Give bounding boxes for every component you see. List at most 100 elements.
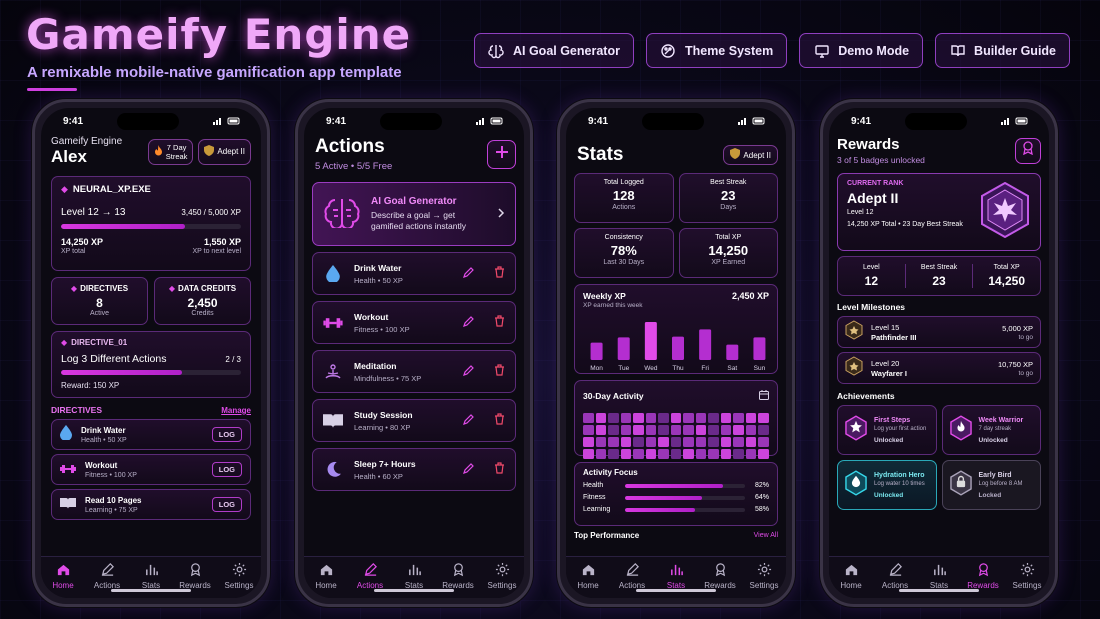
rank-badge[interactable]: Adept II: [723, 145, 778, 165]
tab-settings[interactable]: Settings: [480, 562, 524, 598]
current-rank-card: CURRENT RANK Adept II Level 12 14,250 XP…: [837, 173, 1041, 251]
action-name: Sleep 7+ Hours: [354, 458, 416, 469]
directive-card[interactable]: ◆ DIRECTIVE_01 Log 3 Different Actions 2 /…: [51, 331, 251, 398]
edit-icon[interactable]: [463, 363, 475, 381]
trash-icon[interactable]: [494, 265, 505, 283]
add-action-button[interactable]: [487, 139, 516, 169]
theme-system-button[interactable]: Theme System: [645, 33, 788, 68]
action-row[interactable]: Drink Water Health • 50 XP: [312, 252, 516, 295]
tab-home[interactable]: Home: [566, 562, 610, 598]
achievement-card[interactable]: First Steps Log your first action Unlocked: [837, 405, 937, 455]
tab-rewards[interactable]: Rewards: [698, 562, 742, 598]
achievement-card[interactable]: Early Bird Log before 8 AM Locked: [941, 460, 1041, 510]
activity-cell: [720, 437, 732, 447]
tick-label: Wed: [644, 365, 658, 372]
tab-settings[interactable]: Settings: [217, 562, 261, 598]
tab-actions[interactable]: Actions: [610, 562, 654, 598]
dumbbell-icon: [323, 317, 343, 329]
view-all-link[interactable]: View All: [754, 532, 778, 539]
trash-icon[interactable]: [494, 412, 505, 430]
ai-goal-generator-card[interactable]: AI Goal Generator Describe a goal → get …: [312, 182, 516, 246]
list-item[interactable]: Drink Water Health • 50 XP LOG: [51, 419, 251, 450]
focus-row: Learning 58%: [583, 506, 769, 513]
log-button[interactable]: LOG: [211, 497, 242, 512]
tab-home[interactable]: Home: [41, 562, 85, 598]
activity-cell: [758, 449, 769, 459]
actions-active-count: 5 Active: [315, 161, 349, 172]
achievement-card[interactable]: Week Warrior 7 day streak Unlocked: [941, 405, 1041, 455]
action-row[interactable]: Sleep 7+ Hours Health • 60 XP: [312, 448, 516, 491]
focus-value: 82%: [754, 482, 769, 489]
trash-icon[interactable]: [494, 363, 505, 381]
rank-emblem-icon: [980, 181, 1030, 243]
achievement-card[interactable]: Hydration Hero Log water 10 times Unlocked: [837, 460, 937, 510]
trash-icon[interactable]: [494, 461, 505, 479]
bar-mon: [590, 342, 603, 360]
manage-link[interactable]: Manage: [221, 406, 251, 415]
list-item[interactable]: Workout Fitness • 100 XP LOG: [51, 454, 251, 485]
activity-cell: [595, 449, 607, 459]
home-indicator: [111, 589, 191, 592]
rank-stat-streak: Best Streak 23: [906, 264, 974, 288]
log-button[interactable]: LOG: [211, 427, 242, 442]
pencil-icon: [100, 562, 115, 579]
tab-stats[interactable]: Stats: [129, 562, 173, 598]
list-item[interactable]: Read 10 Pages Learning • 75 XP LOG: [51, 489, 251, 520]
edit-icon[interactable]: [463, 314, 475, 332]
tab-actions[interactable]: Actions: [85, 562, 129, 598]
tab-stats[interactable]: Stats: [654, 562, 698, 598]
home-icon: [844, 562, 859, 579]
demo-mode-button[interactable]: Demo Mode: [799, 33, 924, 68]
demo-mode-label: Demo Mode: [838, 43, 910, 58]
stat-label: Best Streak: [710, 179, 747, 186]
tick-label: Sat: [727, 365, 737, 372]
status-icons: [212, 117, 241, 125]
stat-sub: Days: [720, 204, 737, 211]
achievement-text: Hydration Hero Log water 10 times Unlocked: [874, 472, 925, 499]
activity-cell: [670, 449, 682, 459]
activity-cell: [670, 425, 682, 435]
edit-icon[interactable]: [463, 265, 475, 283]
tab-rewards[interactable]: Rewards: [173, 562, 217, 598]
tab-settings[interactable]: Settings: [1005, 562, 1049, 598]
tab-settings[interactable]: Settings: [742, 562, 786, 598]
builder-guide-button[interactable]: Builder Guide: [935, 33, 1070, 68]
ai-goal-generator-button[interactable]: AI Goal Generator: [473, 33, 634, 68]
tab-actions[interactable]: Actions: [348, 562, 392, 598]
rank-stat-level: Level 12: [838, 264, 906, 288]
tab-rewards[interactable]: Rewards: [961, 562, 1005, 598]
activity-cell: [708, 425, 719, 435]
action-row[interactable]: Workout Fitness • 100 XP: [312, 301, 516, 344]
activity-cell: [620, 449, 632, 459]
badge-button[interactable]: [1015, 137, 1041, 164]
achievement-desc: Log before 8 AM: [978, 480, 1023, 487]
action-row[interactable]: Study Session Learning • 80 XP: [312, 399, 516, 442]
status-icons: [475, 117, 504, 125]
action-row[interactable]: Meditation Mindfulness • 75 XP: [312, 350, 516, 393]
edit-icon[interactable]: [463, 461, 475, 479]
directive-label: DIRECTIVE_01: [71, 338, 128, 347]
tab-home[interactable]: Home: [829, 562, 873, 598]
tab-rewards[interactable]: Rewards: [436, 562, 480, 598]
tab-stats[interactable]: Stats: [917, 562, 961, 598]
activity-cell: [683, 449, 694, 459]
edit-icon[interactable]: [463, 412, 475, 430]
dumbbell-icon: [60, 461, 76, 479]
tick-label: Mon: [590, 365, 603, 372]
stats-title: Stats: [577, 144, 624, 165]
tab-label: Home: [577, 581, 599, 590]
stat-sub: Actions: [612, 204, 636, 211]
rank-badge[interactable]: Adept II: [198, 138, 251, 165]
diamond-icon: ◆: [61, 338, 68, 347]
log-button[interactable]: LOG: [211, 462, 242, 477]
tab-stats[interactable]: Stats: [392, 562, 436, 598]
streak-badge[interactable]: 7 Day Streak: [147, 138, 194, 165]
tab-actions[interactable]: Actions: [873, 562, 917, 598]
trash-icon[interactable]: [494, 314, 505, 332]
tab-home[interactable]: Home: [304, 562, 348, 598]
milestone-row: Level 15 Pathfinder III 5,000 XP to go: [837, 316, 1041, 348]
phone-rewards: 9:41 Rewards 3 of 5 badges unlocked CURR…: [820, 99, 1058, 607]
activity-cell: [620, 413, 632, 423]
xp-total-label: XP total: [61, 248, 86, 255]
achievement-grid: First Steps Log your first action Unlocked…: [837, 405, 1041, 510]
